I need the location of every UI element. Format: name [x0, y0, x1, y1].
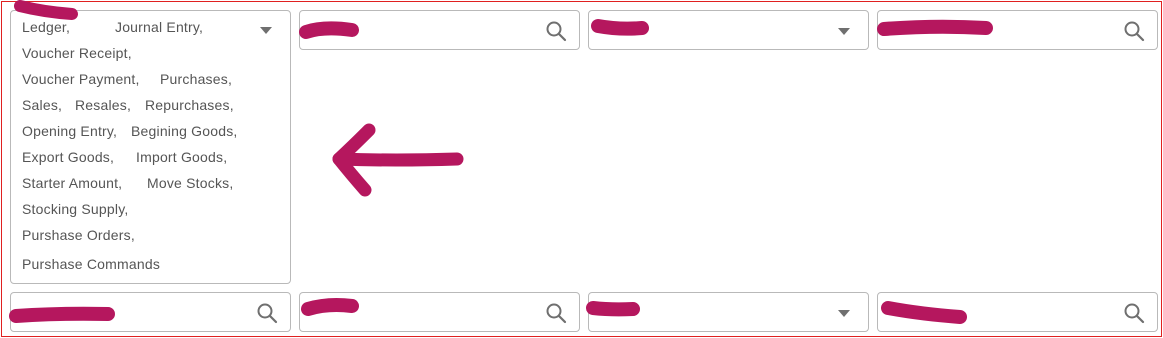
search-field[interactable]	[299, 10, 580, 50]
selected-item: Voucher Receipt,	[22, 45, 132, 61]
selected-item: Voucher Payment,	[22, 71, 140, 87]
selected-item: Begining Goods,	[131, 123, 238, 139]
selected-item: Ledger,	[22, 19, 71, 35]
selected-item: Purchases,	[160, 71, 233, 87]
search-icon[interactable]	[545, 302, 567, 324]
selected-item: Purshase Orders,	[22, 227, 135, 243]
selected-item: Opening Entry,	[22, 123, 118, 139]
dropdown-field[interactable]	[588, 10, 869, 50]
search-icon[interactable]	[1123, 20, 1145, 42]
search-icon[interactable]	[256, 302, 278, 324]
voucher-type-multiselect[interactable]: Ledger, Journal Entry, Voucher Receipt, …	[10, 10, 291, 284]
selected-item: Sales,	[22, 97, 63, 113]
search-field[interactable]	[877, 10, 1158, 50]
selected-item: Purshase Commands	[22, 256, 161, 272]
search-icon[interactable]	[1123, 302, 1145, 324]
search-field[interactable]	[877, 292, 1158, 332]
search-field[interactable]	[10, 292, 291, 332]
selected-item: Journal Entry,	[115, 19, 204, 35]
caret-down-icon[interactable]	[837, 308, 851, 318]
search-field[interactable]	[299, 292, 580, 332]
caret-down-icon[interactable]	[259, 25, 273, 35]
selected-item: Resales,	[75, 97, 132, 113]
caret-down-icon[interactable]	[837, 26, 851, 36]
selected-item: Import Goods,	[136, 149, 228, 165]
selected-item: Export Goods,	[22, 149, 115, 165]
selected-item: Stocking Supply,	[22, 201, 129, 217]
selected-item: Move Stocks,	[147, 175, 234, 191]
search-icon[interactable]	[545, 20, 567, 42]
dropdown-field[interactable]	[588, 292, 869, 332]
selected-item: Repurchases,	[145, 97, 234, 113]
selected-item: Starter Amount,	[22, 175, 123, 191]
